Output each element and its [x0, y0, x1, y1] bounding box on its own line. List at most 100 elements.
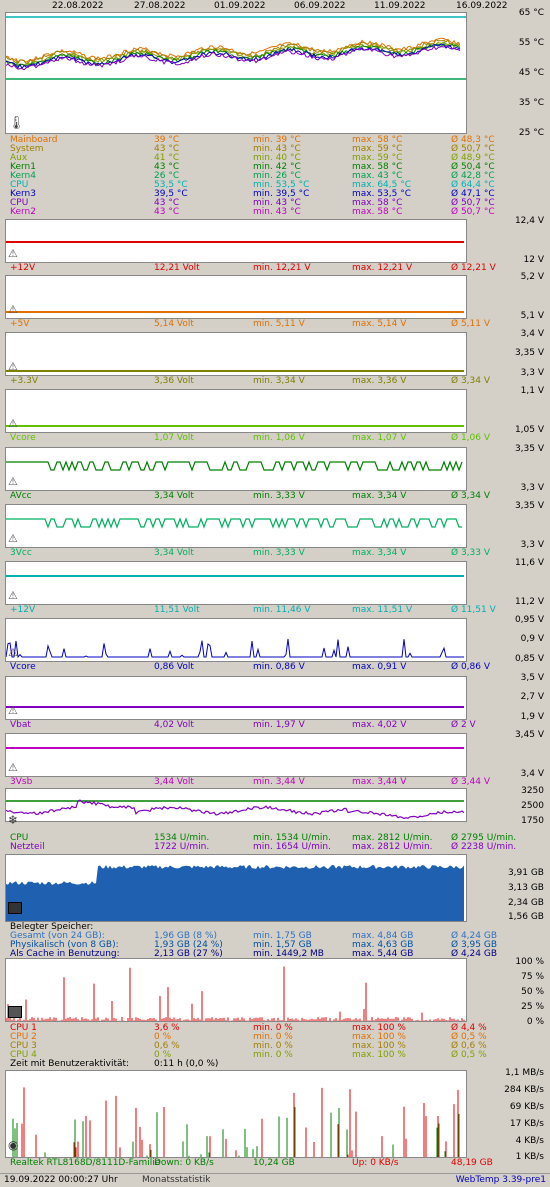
- warning-triangle-icon: ⚠: [8, 646, 18, 659]
- fan-series-line: [6, 799, 465, 820]
- scale-label: 11,6 V: [514, 558, 544, 568]
- row-cur: 3,44 Volt: [154, 777, 194, 787]
- row-min: min. 3,33 V: [253, 548, 305, 558]
- scale-label: 2,7 V: [520, 692, 544, 702]
- voltage-series-line: [6, 517, 462, 529]
- row-avg: Ø 3,44 V: [451, 777, 491, 787]
- scale-label: 2500: [521, 801, 544, 811]
- row-avg: Ø 3,34 V: [451, 376, 491, 386]
- row-max: max. 5,14 V: [352, 319, 407, 329]
- row-avg: Ø 50,7 °C: [451, 207, 495, 217]
- net-down-total: 10,24 GB: [253, 1158, 295, 1168]
- row-min: min. 1654 U/min.: [253, 842, 331, 852]
- row-avg: Ø 1,06 V: [451, 433, 491, 443]
- scale-label: 11,2 V: [514, 597, 544, 607]
- row-name: +12V: [10, 263, 36, 273]
- date-axis: 22.08.2022 27.08.2022 01.09.2022 06.09.2…: [0, 0, 550, 12]
- row-max: max. 3,36 V: [352, 376, 407, 386]
- row-min: min. 5,11 V: [253, 319, 305, 329]
- memory-series-area: [6, 865, 464, 921]
- warning-triangle-icon: ⚠: [8, 360, 18, 373]
- net-up: Up: 0 KB/s: [352, 1158, 399, 1168]
- date-label: 16.09.2022: [456, 1, 508, 11]
- scale-label: 5,2 V: [520, 272, 544, 282]
- voltage-graph: [5, 561, 467, 605]
- row-avg: Ø 2 V: [451, 720, 476, 730]
- row-avg: Ø 0,5 %: [451, 1050, 487, 1060]
- row-cur: 5,14 Volt: [154, 319, 194, 329]
- row-min: min. 43 °C: [253, 207, 301, 217]
- scale-label: 1,1 MB/s: [505, 1068, 544, 1078]
- footer: 19.09.2022 00:00:27 Uhr Monatsstatistik …: [0, 1173, 550, 1187]
- row-max: max. 3,44 V: [352, 777, 407, 787]
- date-label: 11.09.2022: [374, 1, 426, 11]
- network-icon: ◉: [8, 1138, 19, 1152]
- voltage-graph: [5, 447, 467, 491]
- scale-label: 65 °C: [518, 8, 544, 18]
- row-cur: 3,34 Volt: [154, 491, 194, 501]
- scale-label: 3,3 V: [520, 483, 544, 493]
- scale-label: 3,4 V: [520, 329, 544, 339]
- row-max: max. 0,91 V: [352, 662, 407, 672]
- scale-label: 3250: [521, 786, 544, 796]
- row-min: min. 1,06 V: [253, 433, 305, 443]
- memory-graph: [5, 854, 467, 922]
- scale-label: 17 KB/s: [509, 1119, 544, 1129]
- scale-label: 3,3 V: [520, 540, 544, 550]
- scale-label: 284 KB/s: [504, 1085, 544, 1095]
- scale-label: 0,95 V: [514, 615, 544, 625]
- row-max: max. 3,34 V: [352, 491, 407, 501]
- warning-triangle-icon: ⚠: [8, 532, 18, 545]
- scale-label: 55 °C: [518, 38, 544, 48]
- row-min: min. 11,46 V: [253, 605, 311, 615]
- row-max: max. 11,51 V: [352, 605, 413, 615]
- net-down: Down: 0 KB/s: [154, 1158, 214, 1168]
- scale-label: 35 °C: [518, 98, 544, 108]
- scale-label: 1750: [521, 816, 544, 826]
- row-name: +5V: [10, 319, 30, 329]
- scale-label: 5,1 V: [520, 311, 544, 321]
- row-min: min. 12,21 V: [253, 263, 311, 273]
- scale-label: 0,85 V: [514, 654, 544, 664]
- temperature-graph: [5, 12, 467, 134]
- row-name: Vbat: [10, 720, 31, 730]
- cpu-chip-icon: [8, 1006, 22, 1018]
- warning-triangle-icon: ⚠: [8, 247, 18, 260]
- row-cur: 3,34 Volt: [154, 548, 194, 558]
- row-min: min. 0 %: [253, 1050, 293, 1060]
- row-name: Netzteil: [10, 842, 45, 852]
- warning-triangle-icon: ⚠: [8, 761, 18, 774]
- scale-label: 3,35 V: [514, 348, 544, 358]
- row-max: max. 2812 U/min.: [352, 842, 433, 852]
- scale-label: 1,56 GB: [507, 912, 544, 922]
- network-graph: [5, 1070, 467, 1158]
- fan-graph: [5, 788, 467, 822]
- scale-label: 3,13 GB: [507, 883, 544, 893]
- warning-triangle-icon: ⚠: [8, 417, 18, 430]
- row-max: max. 12,21 V: [352, 263, 413, 273]
- row-avg: Ø 3,34 V: [451, 491, 491, 501]
- row-avg: Ø 3,33 V: [451, 548, 491, 558]
- scale-label: 3,5 V: [520, 673, 544, 683]
- row-cur: 12,21 Volt: [154, 263, 200, 273]
- row-name: +12V: [10, 605, 36, 615]
- row-avg: Ø 12,21 V: [451, 263, 496, 273]
- row-cur: 4,02 Volt: [154, 720, 194, 730]
- scale-label: 3,91 GB: [507, 868, 544, 878]
- memory-chip-icon: [8, 902, 22, 914]
- monthly-stats-link[interactable]: Monatsstatistik: [142, 1175, 210, 1185]
- scale-label: 4 KB/s: [515, 1136, 544, 1146]
- row-cur: 3,36 Volt: [154, 376, 194, 386]
- row-max: max. 3,34 V: [352, 548, 407, 558]
- row-max: max. 100 %: [352, 1050, 406, 1060]
- scale-label: 3,4 V: [520, 769, 544, 779]
- voltage-graph: [5, 275, 467, 319]
- voltage-graph: [5, 618, 467, 662]
- row-cur: 1722 U/min.: [154, 842, 210, 852]
- row-cur: 11,51 Volt: [154, 605, 200, 615]
- row-name: 3Vsb: [10, 777, 33, 787]
- scale-label: 25 %: [521, 1002, 544, 1012]
- date-label: 27.08.2022: [134, 1, 186, 11]
- version-link[interactable]: WebTemp 3.39-pre1: [456, 1175, 546, 1185]
- warning-triangle-icon: ⚠: [8, 704, 18, 717]
